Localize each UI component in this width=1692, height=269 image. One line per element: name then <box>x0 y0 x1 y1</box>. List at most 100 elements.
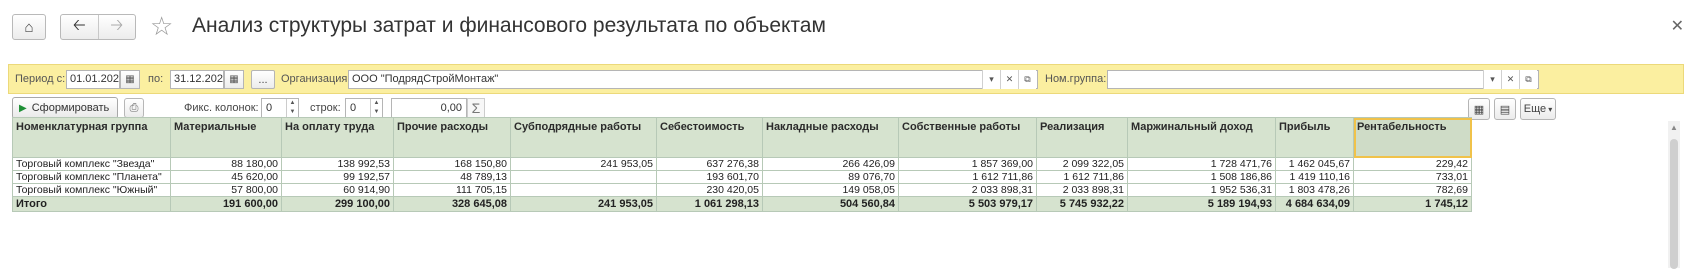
sigma-icon[interactable]: Σ <box>467 98 485 118</box>
sum-field[interactable]: 0,00 <box>391 98 467 118</box>
table-cell[interactable]: Торговый комплекс "Планета" <box>12 170 171 184</box>
nom-group-dropdown-button[interactable]: ▾ <box>1483 70 1501 89</box>
more-button[interactable]: Еще ▾ <box>1520 98 1556 120</box>
favorite-button[interactable]: ☆ <box>150 11 173 42</box>
table-row[interactable]: Торговый комплекс "Звезда" 88 180,00 138… <box>12 157 1472 171</box>
column-header[interactable]: Собственные работы <box>898 117 1037 158</box>
generate-button[interactable]: ▶ Сформировать <box>12 97 118 119</box>
column-header[interactable]: Реализация <box>1036 117 1128 158</box>
table-cell[interactable]: 1 803 478,26 <box>1275 183 1354 197</box>
nom-group-clear-button[interactable]: ✕ <box>1501 70 1519 89</box>
table-cell[interactable]: 1 612 711,86 <box>1036 170 1128 184</box>
forward-button[interactable]: 🡢 <box>99 15 136 39</box>
table-cell[interactable]: 193 601,70 <box>656 170 763 184</box>
table-cell[interactable]: 99 192,57 <box>281 170 394 184</box>
table-cell[interactable]: 1 952 536,31 <box>1127 183 1276 197</box>
nom-group-field[interactable] <box>1107 70 1539 89</box>
column-header[interactable]: Субподрядные работы <box>510 117 657 158</box>
fixed-columns-value: 0 <box>266 102 273 114</box>
table-cell[interactable]: 782,69 <box>1353 183 1472 197</box>
table-cell[interactable]: 230 420,05 <box>656 183 763 197</box>
chevron-down-icon: ▾ <box>1548 104 1553 114</box>
total-cell[interactable]: 1 061 298,13 <box>656 196 763 212</box>
rows-label: строк: <box>310 102 341 114</box>
organization-clear-button[interactable]: ✕ <box>1000 70 1018 89</box>
column-header-selected[interactable]: Рентабельность <box>1353 117 1472 158</box>
column-header[interactable]: Материальные <box>170 117 282 158</box>
table-cell[interactable]: 2 033 898,31 <box>1036 183 1128 197</box>
organization-dropdown-button[interactable]: ▾ <box>982 70 1000 89</box>
table-cell[interactable]: 138 992,53 <box>281 157 394 171</box>
table-cell[interactable]: 1 728 471,76 <box>1127 157 1276 171</box>
organization-open-button[interactable]: ⧉ <box>1018 70 1036 89</box>
column-header[interactable]: Маржинальный доход <box>1127 117 1276 158</box>
table-cell[interactable]: 637 276,38 <box>656 157 763 171</box>
table-cell[interactable]: 57 800,00 <box>170 183 282 197</box>
table-row[interactable]: Торговый комплекс "Южный" 57 800,00 60 9… <box>12 183 1472 197</box>
total-cell[interactable]: 5 189 194,93 <box>1127 196 1276 212</box>
table-cell[interactable]: Торговый комплекс "Южный" <box>12 183 171 197</box>
table-cell[interactable]: 266 426,09 <box>762 157 899 171</box>
table-cell[interactable]: 733,01 <box>1353 170 1472 184</box>
table-row[interactable]: Торговый комплекс "Планета" 45 620,00 99… <box>12 170 1472 184</box>
table-cell[interactable]: Торговый комплекс "Звезда" <box>12 157 171 171</box>
column-header[interactable]: Накладные расходы <box>762 117 899 158</box>
period-from-calendar-button[interactable]: ▦ <box>120 70 140 89</box>
table-cell[interactable]: 229,42 <box>1353 157 1472 171</box>
column-header[interactable]: Прочие расходы <box>393 117 511 158</box>
table-cell[interactable]: 1 857 369,00 <box>898 157 1037 171</box>
total-cell[interactable]: 328 645,08 <box>393 196 511 212</box>
vertical-scrollbar[interactable]: ▲ <box>1668 121 1680 269</box>
total-label[interactable]: Итого <box>12 196 171 212</box>
column-header[interactable]: Себестоимость <box>656 117 763 158</box>
period-from-field[interactable]: 01.01.2021 <box>66 70 120 89</box>
scrollbar-thumb[interactable] <box>1670 139 1678 269</box>
select-period-button[interactable]: ... <box>251 70 275 89</box>
table-cell[interactable]: 2 033 898,31 <box>898 183 1037 197</box>
total-row[interactable]: Итого 191 600,00 299 100,00 328 645,08 2… <box>12 196 1472 212</box>
total-cell[interactable]: 1 745,12 <box>1353 196 1472 212</box>
column-header[interactable]: Номенклатурная группа <box>12 117 171 158</box>
settings-view-button[interactable]: ▤ <box>1494 98 1516 120</box>
print-button[interactable]: ⎙ <box>124 98 144 118</box>
total-cell[interactable]: 241 953,05 <box>510 196 657 212</box>
fixed-columns-spinner[interactable]: 0 ▲ ▼ <box>261 98 299 118</box>
table-cell[interactable]: 111 705,15 <box>393 183 511 197</box>
total-cell[interactable]: 504 560,84 <box>762 196 899 212</box>
close-button[interactable]: ✕ <box>1671 16 1684 36</box>
back-button[interactable]: 🡠 <box>61 15 98 39</box>
period-to-calendar-button[interactable]: ▦ <box>224 70 244 89</box>
rows-spinner[interactable]: 0 ▲ ▼ <box>345 98 383 118</box>
table-cell[interactable]: 89 076,70 <box>762 170 899 184</box>
nom-group-open-button[interactable]: ⧉ <box>1519 70 1537 89</box>
total-cell[interactable]: 5 503 979,17 <box>898 196 1037 212</box>
column-header[interactable]: Прибыль <box>1275 117 1354 158</box>
column-header[interactable]: На оплату труда <box>281 117 394 158</box>
home-button[interactable]: ⌂ <box>12 14 46 40</box>
table-cell[interactable]: 2 099 322,05 <box>1036 157 1128 171</box>
table-cell[interactable]: 1 508 186,86 <box>1127 170 1276 184</box>
table-cell[interactable]: 45 620,00 <box>170 170 282 184</box>
list-settings-icon: ▤ <box>1499 103 1511 116</box>
table-cell[interactable]: 1 419 110,16 <box>1275 170 1354 184</box>
organization-field[interactable]: ООО "ПодрядСтройМонтаж" <box>348 70 1038 89</box>
table-cell[interactable]: 149 058,05 <box>762 183 899 197</box>
table-cell[interactable]: 241 953,05 <box>510 157 657 171</box>
total-cell[interactable]: 191 600,00 <box>170 196 282 212</box>
table-cell[interactable] <box>510 183 657 197</box>
spinner-arrows-icon[interactable]: ▲ ▼ <box>286 99 298 117</box>
spinner-arrows-icon[interactable]: ▲ ▼ <box>370 99 382 117</box>
period-to-field[interactable]: 31.12.2021 <box>170 70 224 89</box>
table-cell[interactable]: 1 462 045,67 <box>1275 157 1354 171</box>
table-cell[interactable] <box>510 170 657 184</box>
table-cell[interactable]: 88 180,00 <box>170 157 282 171</box>
total-cell[interactable]: 299 100,00 <box>281 196 394 212</box>
total-cell[interactable]: 5 745 932,22 <box>1036 196 1128 212</box>
table-cell[interactable]: 60 914,90 <box>281 183 394 197</box>
table-cell[interactable]: 48 789,13 <box>393 170 511 184</box>
table-cell[interactable]: 1 612 711,86 <box>898 170 1037 184</box>
table-cell[interactable]: 168 150,80 <box>393 157 511 171</box>
arrow-left-icon: 🡠 <box>72 16 86 34</box>
scroll-up-icon[interactable]: ▲ <box>1670 123 1678 132</box>
total-cell[interactable]: 4 684 634,09 <box>1275 196 1354 212</box>
